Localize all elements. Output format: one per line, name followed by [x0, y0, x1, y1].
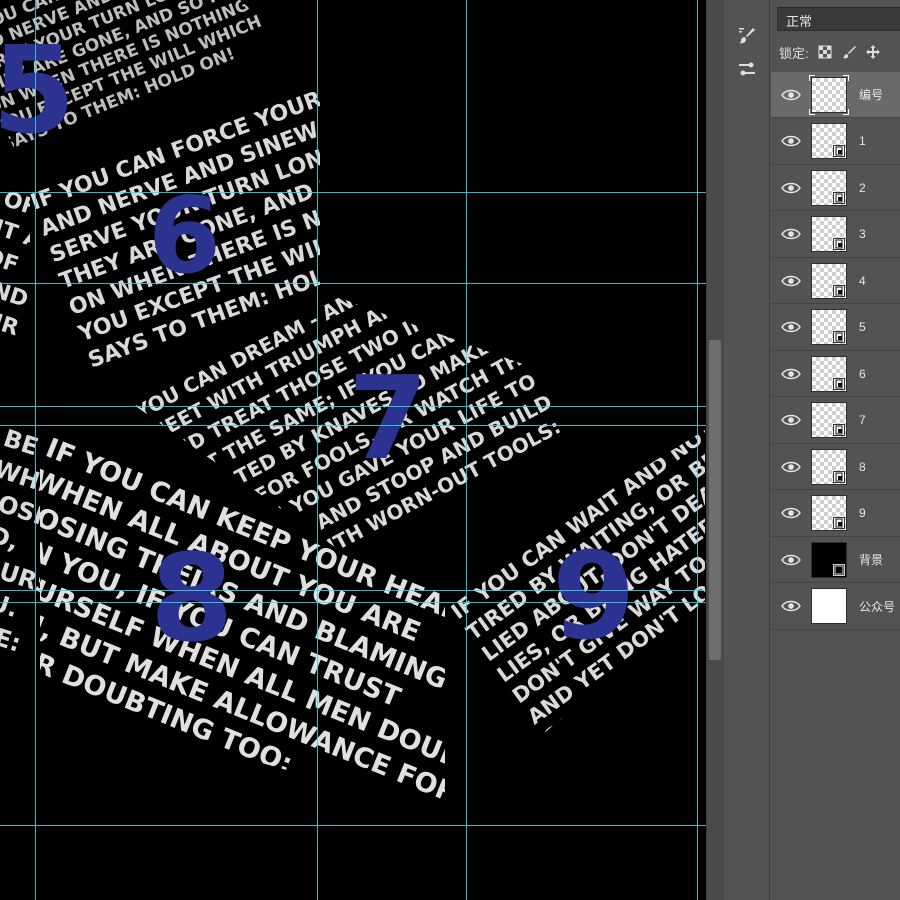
smart-object-icon — [833, 145, 845, 157]
layer-row[interactable]: 编号 — [771, 72, 900, 118]
guide-horizontal[interactable] — [0, 406, 706, 407]
lock-row: 锁定: — [779, 40, 881, 64]
smart-object-icon — [833, 517, 845, 529]
eye-visibility-icon[interactable] — [781, 320, 801, 334]
layer-name[interactable]: 5 — [859, 320, 866, 334]
layers-panel: 正常 锁定: 编号 1 2 3 4 5 6 7 8 9 背景公众号 — [771, 0, 900, 900]
upper-left-text-line: OF — [0, 244, 21, 278]
guide-vertical[interactable] — [317, 0, 318, 900]
panel-tool-strip — [724, 0, 770, 900]
guide-horizontal[interactable] — [0, 425, 706, 426]
guide-horizontal[interactable] — [0, 590, 706, 591]
smart-object-icon — [833, 424, 845, 436]
guide-vertical[interactable] — [35, 0, 36, 900]
eye-visibility-icon[interactable] — [781, 599, 801, 613]
layer-name[interactable]: 7 — [859, 413, 866, 427]
layer-row[interactable]: 3 — [771, 212, 900, 258]
layer-row[interactable]: 背景 — [771, 537, 900, 583]
lock-transparent-icon[interactable] — [817, 44, 833, 60]
cube-number-9: 9 — [552, 528, 636, 667]
eye-visibility-icon[interactable] — [781, 367, 801, 381]
cube-artwork: IF YOU CAN FORCE YOUR HEARTAND NERVE AND… — [0, 0, 705, 810]
layer-name[interactable]: 公众号 — [859, 598, 895, 615]
clone-source-icon[interactable] — [732, 55, 762, 83]
layer-row[interactable]: 1 — [771, 119, 900, 165]
cube-number-6: 6 — [148, 175, 221, 297]
selection-corner — [843, 108, 849, 115]
layer-name[interactable]: 6 — [859, 367, 866, 381]
brush-settings-icon[interactable] — [732, 22, 762, 50]
layer-thumbnail — [811, 402, 847, 438]
smart-object-icon — [833, 284, 845, 297]
layer-row[interactable]: 6 — [771, 351, 900, 397]
layer-thumbnail — [811, 123, 847, 159]
smart-object-icon — [833, 331, 845, 343]
lock-position-icon[interactable] — [865, 44, 881, 60]
vertical-scrollbar-thumb[interactable] — [709, 340, 721, 660]
layer-name[interactable]: 8 — [859, 460, 866, 474]
guide-vertical[interactable] — [697, 0, 698, 900]
layer-name[interactable]: 2 — [859, 181, 866, 195]
layer-thumbnail — [811, 169, 847, 206]
selection-corner — [809, 108, 815, 115]
selection-corner — [809, 74, 815, 81]
layer-row[interactable]: 4 — [771, 258, 900, 304]
eye-visibility-icon[interactable] — [781, 506, 801, 520]
layer-thumbnail — [811, 541, 847, 578]
layer-row[interactable]: 5 — [771, 305, 900, 351]
layer-thumbnail — [811, 355, 847, 392]
layer-row[interactable]: 2 — [771, 165, 900, 211]
selection-corner — [843, 74, 849, 81]
eye-visibility-icon[interactable] — [781, 181, 801, 195]
layer-thumbnail — [811, 495, 847, 531]
layer-row[interactable]: 7 — [771, 398, 900, 444]
guide-horizontal[interactable] — [0, 825, 706, 826]
lock-label: 锁定: — [779, 45, 809, 61]
cube-number-8: 8 — [150, 530, 234, 669]
layer-thumbnail — [809, 74, 849, 115]
layer-thumbnail — [811, 309, 847, 345]
layer-thumbnail — [811, 216, 847, 252]
guide-horizontal[interactable] — [0, 602, 706, 603]
guide-vertical[interactable] — [466, 0, 467, 900]
smart-object-icon — [833, 377, 845, 390]
layer-thumbnail — [811, 262, 847, 299]
eye-visibility-icon[interactable] — [781, 553, 801, 567]
lock-image-icon[interactable] — [841, 44, 857, 60]
layer-row[interactable]: 公众号 — [771, 584, 900, 630]
layer-row[interactable]: 9 — [771, 491, 900, 537]
eye-visibility-icon[interactable] — [781, 274, 801, 288]
cube-number-5: 5 — [0, 22, 76, 161]
eye-visibility-icon[interactable] — [781, 460, 801, 474]
eye-visibility-icon[interactable] — [781, 88, 801, 102]
layer-name[interactable]: 编号 — [859, 86, 883, 103]
guide-horizontal[interactable] — [0, 283, 706, 284]
layer-thumbnail — [811, 448, 847, 485]
document-canvas[interactable]: IF YOU CAN FORCE YOUR HEARTAND NERVE AND… — [0, 0, 706, 900]
eye-visibility-icon[interactable] — [781, 413, 801, 427]
cube-number-7: 7 — [348, 352, 428, 486]
layer-name[interactable]: 1 — [859, 134, 866, 148]
smart-object-icon — [833, 238, 845, 250]
upper-left-text-line: AND — [0, 273, 31, 313]
layer-name[interactable]: 4 — [859, 274, 866, 288]
layer-name[interactable]: 9 — [859, 506, 866, 520]
smart-object-icon — [833, 563, 845, 576]
guide-horizontal[interactable] — [0, 192, 706, 193]
eye-visibility-icon[interactable] — [781, 134, 801, 148]
layer-thumbnail — [811, 588, 847, 624]
layer-row[interactable]: 8 — [771, 444, 900, 490]
layer-name[interactable]: 3 — [859, 227, 866, 241]
layer-name[interactable]: 背景 — [859, 551, 883, 568]
smart-object-icon — [833, 470, 845, 483]
blend-mode-select[interactable]: 正常 — [777, 7, 900, 31]
eye-visibility-icon[interactable] — [781, 227, 801, 241]
smart-object-icon — [833, 191, 845, 204]
